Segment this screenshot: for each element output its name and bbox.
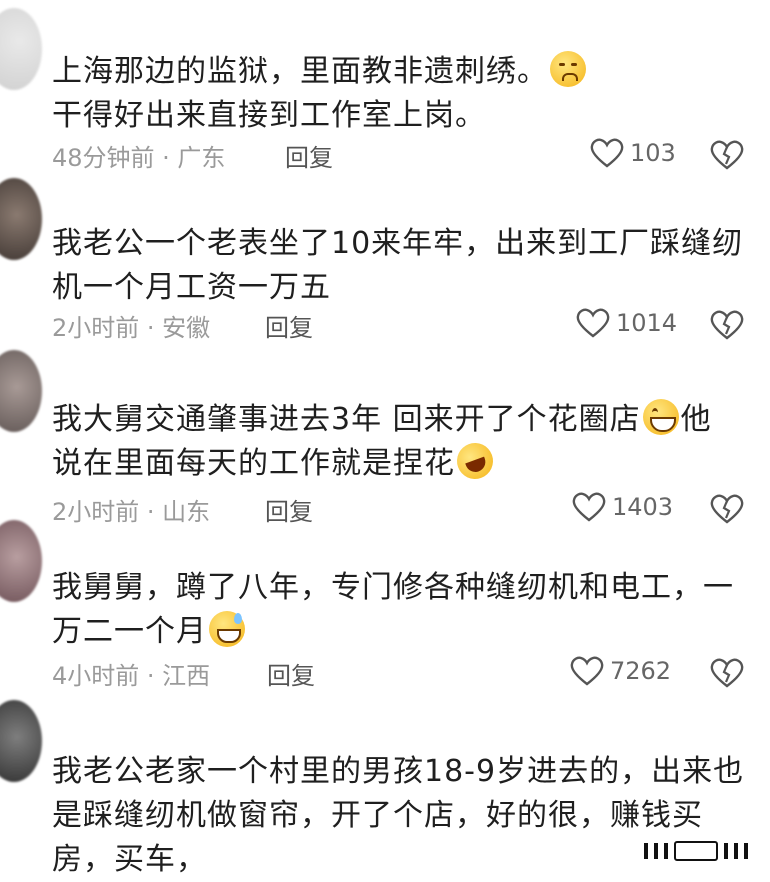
heart-icon: [570, 656, 604, 686]
comment-text-line: 我老公老家一个村里的男孩18-9岁进去的，出来也: [52, 754, 745, 789]
comment-text-line: 他: [680, 402, 712, 437]
broken-heart-icon: [710, 658, 744, 688]
heart-icon: [576, 308, 610, 338]
reply-button[interactable]: 回复: [265, 492, 313, 527]
avatar[interactable]: [0, 350, 42, 432]
reply-button[interactable]: 回复: [285, 138, 333, 173]
comment-text: 我老公老家一个村里的男孩18-9岁进去的，出来也 是踩缝纫机做窗帘，开了个店，好…: [52, 750, 764, 882]
comment-text: 上海那边的监狱，里面教非遗刺绣。 干得好出来直接到工作室上岗。: [52, 50, 764, 138]
like-button[interactable]: 103: [590, 138, 676, 168]
broken-heart-icon: [710, 310, 744, 340]
like-count: 1014: [616, 309, 678, 337]
comment-item: 我大舅交通肇事进去3年 回来开了个花圈店 他 说在里面每天的工作就是捏花: [52, 398, 764, 486]
grinning-face-emoji-icon: [642, 399, 679, 435]
like-button[interactable]: 7262: [570, 656, 671, 686]
comment-text-line: 说在里面每天的工作就是捏花: [52, 446, 455, 481]
reply-button[interactable]: 回复: [267, 656, 315, 691]
like-button[interactable]: 1403: [572, 492, 673, 522]
comment-text-line: 我老公一个老表坐了10来年牢，出来到工厂踩缝纫: [52, 226, 744, 261]
comment-text-line: 上海那边的监狱，里面教非遗刺绣。: [52, 54, 548, 89]
comment-text-line: 房，买车，: [52, 842, 207, 877]
dislike-button[interactable]: [710, 658, 744, 694]
like-count: 1403: [612, 493, 674, 521]
like-count: 103: [630, 139, 676, 167]
watermark-logo: [644, 841, 748, 861]
comment-meta: 2小时前 · 山东 回复 1403: [52, 492, 750, 528]
broken-heart-icon: [710, 140, 744, 170]
comment-text-line: 是踩缝纫机做窗帘，开了个店，好的很，赚钱买: [52, 798, 703, 833]
comment-text-line: 我舅舅，蹲了八年，专门修各种缝纫机和电工，一: [52, 570, 734, 605]
comment-item: 上海那边的监狱，里面教非遗刺绣。 干得好出来直接到工作室上岗。: [52, 50, 764, 138]
comment-item: 我老公一个老表坐了10来年牢，出来到工厂踩缝纫 机一个月工资一万五: [52, 222, 764, 310]
like-count: 7262: [610, 657, 672, 685]
comment-meta: 2小时前 · 安徽 回复 1014: [52, 308, 750, 344]
dislike-button[interactable]: [710, 494, 744, 530]
comment-text-line: 机一个月工资一万五: [52, 270, 331, 305]
rolling-laughing-emoji-icon: [451, 437, 499, 485]
comment-item: 我老公老家一个村里的男孩18-9岁进去的，出来也 是踩缝纫机做窗帘，开了个店，好…: [52, 750, 764, 882]
dislike-button[interactable]: [710, 310, 744, 346]
broken-heart-icon: [710, 494, 744, 524]
avatar[interactable]: [0, 178, 42, 260]
grinning-sweat-emoji-icon: [209, 611, 245, 647]
comment-meta: 4小时前 · 江西 回复 7262: [52, 656, 750, 692]
heart-icon: [572, 492, 606, 522]
like-button[interactable]: 1014: [576, 308, 677, 338]
comment-time-location: 2小时前 · 安徽: [52, 314, 211, 342]
dislike-button[interactable]: [710, 140, 744, 176]
avatar[interactable]: [0, 8, 42, 90]
reply-button[interactable]: 回复: [265, 308, 313, 343]
comment-text-line: 干得好出来直接到工作室上岗。: [52, 98, 486, 133]
comment-time-location: 48分钟前 · 广东: [52, 144, 226, 172]
avatar[interactable]: [0, 700, 42, 782]
comment-text-line: 我大舅交通肇事进去3年 回来开了个花圈店: [52, 402, 641, 437]
avatar[interactable]: [0, 520, 42, 602]
comment-time-location: 2小时前 · 山东: [52, 498, 211, 526]
comment-item: 我舅舅，蹲了八年，专门修各种缝纫机和电工，一 万二一个月: [52, 566, 764, 654]
comment-text: 我老公一个老表坐了10来年牢，出来到工厂踩缝纫 机一个月工资一万五: [52, 222, 764, 310]
comment-meta: 48分钟前 · 广东 回复 103: [52, 138, 750, 174]
comment-text: 我大舅交通肇事进去3年 回来开了个花圈店 他 说在里面每天的工作就是捏花: [52, 398, 764, 486]
comment-text: 我舅舅，蹲了八年，专门修各种缝纫机和电工，一 万二一个月: [52, 566, 764, 654]
comment-time-location: 4小时前 · 江西: [52, 662, 211, 690]
crying-face-emoji-icon: [550, 51, 586, 87]
heart-icon: [590, 138, 624, 168]
comment-text-line: 万二一个月: [52, 614, 207, 649]
